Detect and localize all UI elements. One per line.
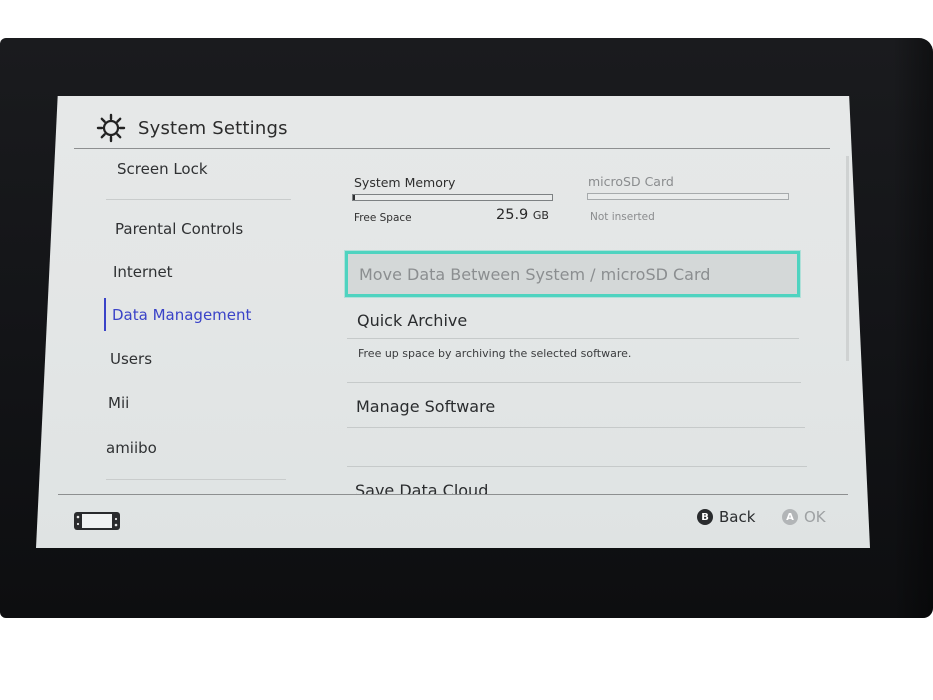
page-header: System Settings bbox=[96, 113, 288, 143]
save-data-cloud-button[interactable]: Save Data Cloud bbox=[355, 481, 488, 494]
sidebar-divider bbox=[106, 479, 286, 480]
back-label: Back bbox=[719, 508, 756, 526]
ok-button[interactable]: A OK bbox=[782, 508, 826, 526]
free-space-unit: GB bbox=[532, 209, 549, 222]
sidebar-divider bbox=[106, 199, 291, 200]
sidebar-item-internet[interactable]: Internet bbox=[113, 263, 173, 281]
sidebar-item-mii[interactable]: Mii bbox=[108, 394, 129, 412]
free-space-value: 25.9 GB bbox=[496, 207, 549, 223]
footer-divider bbox=[58, 494, 848, 495]
b-button-icon: B bbox=[697, 509, 713, 525]
header-divider bbox=[74, 148, 830, 149]
free-space-number: 25.9 bbox=[496, 207, 529, 223]
microsd-status: Not inserted bbox=[590, 211, 655, 223]
row-divider bbox=[347, 382, 801, 383]
quick-archive-button[interactable]: Quick Archive bbox=[357, 311, 467, 330]
page-title: System Settings bbox=[138, 117, 288, 139]
quick-archive-description: Free up space by archiving the selected … bbox=[358, 347, 632, 360]
microsd-bar bbox=[587, 193, 789, 200]
sidebar-item-data-management[interactable]: Data Management bbox=[112, 306, 251, 324]
row-divider bbox=[347, 427, 805, 428]
sidebar-item-parental-controls[interactable]: Parental Controls bbox=[115, 220, 243, 238]
active-indicator bbox=[104, 298, 106, 331]
console-bezel-edge bbox=[893, 38, 933, 618]
gear-icon bbox=[96, 113, 126, 143]
console-screen: System Settings Screen Lock Parental Con… bbox=[36, 96, 870, 548]
scrollbar[interactable] bbox=[846, 156, 849, 361]
sidebar-item-screen-lock[interactable]: Screen Lock bbox=[117, 160, 208, 178]
back-button[interactable]: B Back bbox=[697, 508, 755, 526]
ok-label: OK bbox=[804, 508, 826, 526]
sidebar-item-amiibo[interactable]: amiibo bbox=[106, 439, 157, 457]
system-memory-bar-fill bbox=[353, 195, 355, 200]
microsd-label: microSD Card bbox=[588, 174, 674, 189]
manage-software-button[interactable]: Manage Software bbox=[356, 397, 495, 416]
sidebar-item-users[interactable]: Users bbox=[110, 350, 152, 368]
a-button-icon: A bbox=[782, 509, 798, 525]
free-space-label: Free Space bbox=[354, 212, 412, 224]
move-data-label: Move Data Between System / microSD Card bbox=[359, 265, 711, 284]
console-icon bbox=[74, 512, 120, 530]
row-divider bbox=[347, 466, 807, 467]
system-memory-label: System Memory bbox=[354, 175, 456, 190]
row-divider bbox=[347, 338, 799, 339]
move-data-button[interactable]: Move Data Between System / microSD Card bbox=[345, 251, 800, 297]
system-memory-bar bbox=[352, 194, 553, 201]
